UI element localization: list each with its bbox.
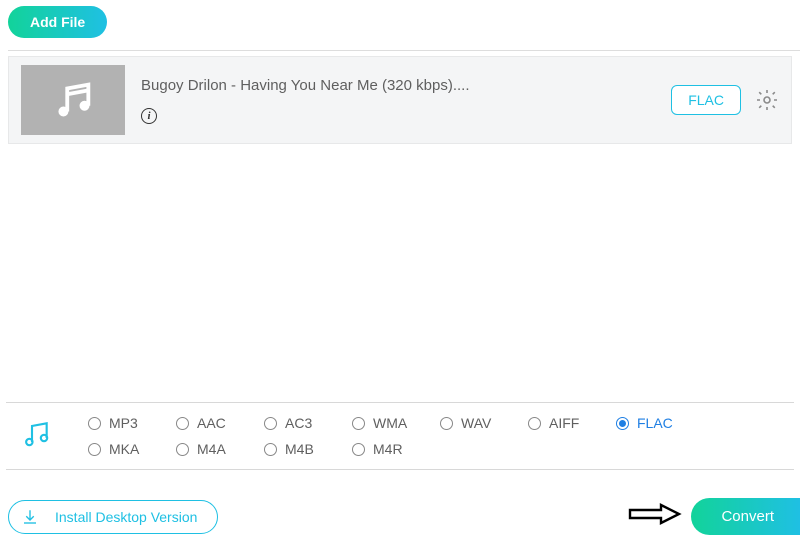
format-label: FLAC xyxy=(637,415,673,431)
download-icon xyxy=(21,508,39,526)
file-format-badge[interactable]: FLAC xyxy=(671,85,741,115)
format-option-ac3[interactable]: AC3 xyxy=(264,415,352,431)
format-option-aiff[interactable]: AIFF xyxy=(528,415,616,431)
file-thumbnail xyxy=(21,65,125,135)
format-label: M4R xyxy=(373,441,403,457)
format-label: WAV xyxy=(461,415,491,431)
music-icon xyxy=(20,418,58,455)
radio-icon xyxy=(264,443,277,456)
format-option-mka[interactable]: MKA xyxy=(88,441,176,457)
file-title: Bugoy Drilon - Having You Near Me (320 k… xyxy=(141,77,655,94)
format-option-m4r[interactable]: M4R xyxy=(352,441,440,457)
format-label: WMA xyxy=(373,415,407,431)
format-section: MP3 AAC AC3 WMA WAV AIFF FLAC MKA M4A M4B M4R xyxy=(6,402,794,470)
radio-icon xyxy=(616,417,629,430)
format-grid: MP3 AAC AC3 WMA WAV AIFF FLAC MKA M4A M4B M4R xyxy=(88,415,704,457)
bottom-bar: Install Desktop Version Convert xyxy=(8,498,800,535)
radio-icon xyxy=(264,417,277,430)
radio-icon xyxy=(440,417,453,430)
format-option-m4b[interactable]: M4B xyxy=(264,441,352,457)
format-option-flac[interactable]: FLAC xyxy=(616,415,704,431)
format-label: AC3 xyxy=(285,415,312,431)
format-label: AAC xyxy=(197,415,226,431)
radio-icon xyxy=(176,417,189,430)
format-label: M4B xyxy=(285,441,314,457)
format-option-mp3[interactable]: MP3 xyxy=(88,415,176,431)
format-option-wma[interactable]: WMA xyxy=(352,415,440,431)
convert-button[interactable]: Convert xyxy=(691,498,800,535)
radio-icon xyxy=(352,417,365,430)
install-desktop-label: Install Desktop Version xyxy=(55,509,197,525)
info-icon[interactable]: i xyxy=(141,108,157,124)
format-option-aac[interactable]: AAC xyxy=(176,415,264,431)
format-option-m4a[interactable]: M4A xyxy=(176,441,264,457)
add-file-button[interactable]: Add File xyxy=(8,6,107,38)
format-label: MKA xyxy=(109,441,139,457)
radio-icon xyxy=(88,417,101,430)
radio-icon xyxy=(352,443,365,456)
gear-icon[interactable] xyxy=(755,88,779,112)
radio-icon xyxy=(176,443,189,456)
format-label: AIFF xyxy=(549,415,579,431)
file-meta: Bugoy Drilon - Having You Near Me (320 k… xyxy=(125,77,671,124)
divider xyxy=(8,50,800,51)
radio-icon xyxy=(88,443,101,456)
format-label: MP3 xyxy=(109,415,138,431)
format-label: M4A xyxy=(197,441,226,457)
music-note-icon xyxy=(50,77,96,123)
arrow-annotation-icon xyxy=(627,501,683,532)
radio-icon xyxy=(528,417,541,430)
format-option-wav[interactable]: WAV xyxy=(440,415,528,431)
file-row: Bugoy Drilon - Having You Near Me (320 k… xyxy=(8,56,792,144)
install-desktop-button[interactable]: Install Desktop Version xyxy=(8,500,218,534)
